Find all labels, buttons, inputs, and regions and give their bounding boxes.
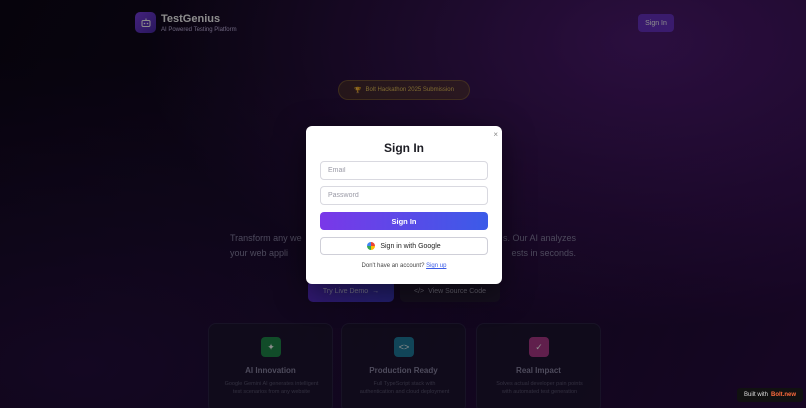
signin-modal: × Sign In Sign In Sign in with Google Do… (306, 126, 502, 284)
close-icon[interactable]: × (493, 130, 498, 139)
signup-prompt-text: Don't have an account? (361, 263, 425, 269)
signup-prompt: Don't have an account? Sign up (306, 263, 502, 269)
modal-title: Sign In (384, 141, 424, 155)
google-signin-label: Sign in with Google (380, 242, 441, 250)
bolt-prefix: Built with (743, 392, 768, 398)
password-field[interactable] (320, 186, 488, 205)
bolt-brand: Bolt.new (771, 392, 796, 398)
built-with-bolt-badge[interactable]: Built with Bolt.new (737, 388, 803, 402)
email-field[interactable] (320, 161, 488, 180)
signup-link[interactable]: Sign up (426, 263, 446, 269)
google-signin-button[interactable]: Sign in with Google (320, 237, 488, 255)
google-icon (367, 242, 376, 250)
signin-submit-button[interactable]: Sign In (320, 212, 488, 230)
